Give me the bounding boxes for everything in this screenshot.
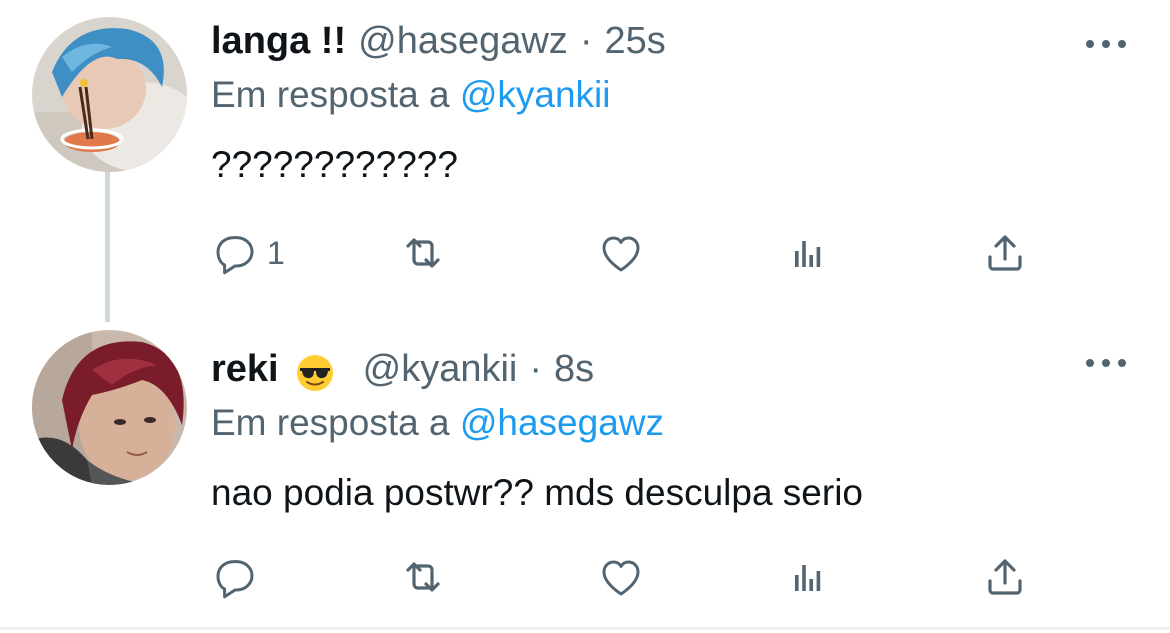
user-handle[interactable]: @hasegawz [358,20,568,63]
tweet[interactable]: langa !! @hasegawz · 25s Em resposta a @… [0,0,1170,330]
tweet-divider [0,627,1170,630]
reply-context: Em resposta a @kyankii [211,74,611,116]
retweet-button[interactable] [399,228,447,278]
avatar-photo [32,17,187,172]
avatar[interactable] [32,17,187,172]
tweet-actions [211,552,1041,602]
share-icon [988,559,1022,595]
user-handle[interactable]: @kyankii [363,348,518,391]
retweet-icon [406,238,440,268]
sunglasses-emoji-icon [295,353,335,393]
more-options-icon[interactable] [1086,37,1126,51]
avatar[interactable] [32,330,187,485]
share-button[interactable] [981,228,1029,278]
separator-dot: · [529,348,543,390]
reply-count: 1 [267,234,285,271]
views-icon [795,565,821,591]
reply-mention-link[interactable]: @kyankii [460,74,611,115]
tweet-text: nao podia postwr?? mds desculpa serio [211,472,863,513]
tweet-header: langa !! @hasegawz · 25s [211,20,666,70]
views-button[interactable] [783,228,831,278]
separator-dot: · [579,20,593,62]
tweet-text: ???????????? [211,144,458,185]
reply-icon [216,236,254,275]
reply-prefix: Em resposta a [211,402,450,443]
like-button[interactable] [597,228,645,278]
share-icon [988,235,1022,271]
reply-icon [216,560,254,599]
avatar-photo [32,330,187,485]
like-button[interactable] [597,552,645,602]
reply-prefix: Em resposta a [211,74,450,115]
reply-mention-link[interactable]: @hasegawz [460,402,664,443]
retweet-icon [406,562,440,592]
display-name[interactable]: reki [211,348,279,391]
timestamp[interactable]: 8s [554,348,594,391]
tweet-actions: 1 [211,228,1041,278]
views-icon [795,241,821,267]
like-icon [602,236,640,272]
tweet[interactable]: reki @kyankii · 8s Em resposta a @hasega… [0,330,1170,630]
retweet-button[interactable] [399,552,447,602]
display-name[interactable]: langa !! [211,20,346,63]
reply-context: Em resposta a @hasegawz [211,402,664,444]
reply-button[interactable]: 1 [211,228,285,278]
timestamp[interactable]: 25s [604,20,665,63]
like-icon [602,560,640,596]
tweet-header: reki @kyankii · 8s [211,348,594,398]
views-button[interactable] [783,552,831,602]
share-button[interactable] [981,552,1029,602]
reply-button[interactable] [211,552,267,602]
more-options-icon[interactable] [1086,356,1126,370]
